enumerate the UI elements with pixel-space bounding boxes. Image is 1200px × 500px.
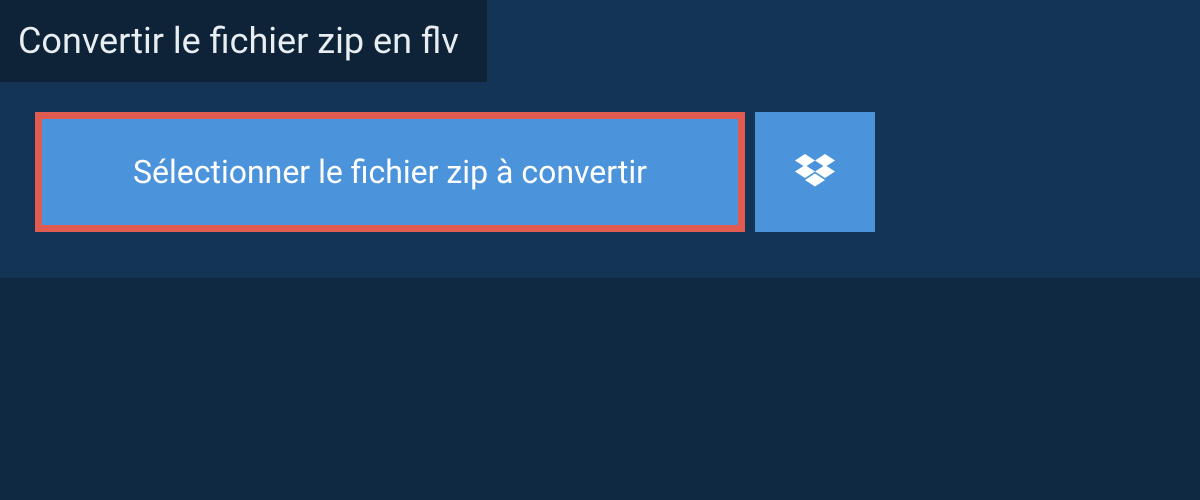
dropbox-icon xyxy=(795,154,835,190)
select-file-label: Sélectionner le fichier zip à convertir xyxy=(133,153,647,191)
page-title: Convertir le fichier zip en flv xyxy=(0,0,487,82)
dropbox-button[interactable] xyxy=(755,112,875,232)
select-file-button[interactable]: Sélectionner le fichier zip à convertir xyxy=(35,112,745,232)
button-row: Sélectionner le fichier zip à convertir xyxy=(35,112,875,232)
conversion-panel: Convertir le fichier zip en flv Sélectio… xyxy=(0,0,1200,278)
page-title-text: Convertir le fichier zip en flv xyxy=(18,20,459,62)
